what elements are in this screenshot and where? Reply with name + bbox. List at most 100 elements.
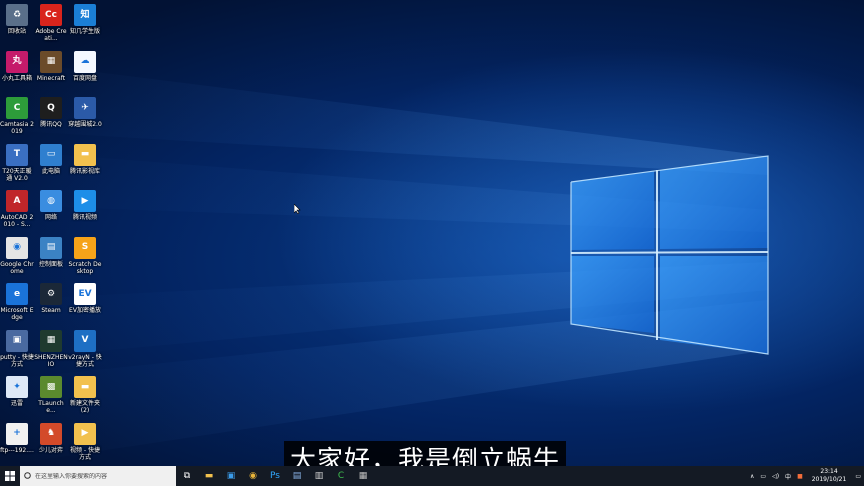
adobe-icon: Cc	[40, 4, 62, 26]
desktop-icon[interactable]: A AutoCAD 2010 - S...	[0, 190, 34, 228]
app-icon-2[interactable]: ▥	[308, 466, 330, 486]
desktop-icon-label: 此电脑	[41, 167, 60, 175]
app-icon[interactable]: ▤	[286, 466, 308, 486]
desktop-icon-label: 腾讯QQ	[40, 121, 62, 128]
task-view-icon[interactable]: ⧉	[176, 466, 198, 486]
network-icon: ◍	[40, 190, 62, 212]
desktop-icon[interactable]: ◉ Google Chrome	[0, 236, 34, 275]
app-icon-3[interactable]: ▦	[352, 466, 374, 486]
ev-player-icon: EV	[74, 283, 96, 305]
chess-game-icon: ♞	[40, 422, 62, 445]
desktop-icon[interactable]: ▬ 新建文件夹 (2)	[68, 376, 102, 414]
search-input[interactable]	[32, 472, 165, 480]
zhiji-icon: 知	[74, 4, 96, 26]
notification-icon[interactable]: ▭	[852, 466, 864, 486]
desktop-icon-label: 腾讯视频	[72, 214, 97, 221]
windows-logo-icon	[5, 471, 15, 481]
desktop-icon[interactable]: ▦ Minecraft	[34, 50, 68, 82]
desktop-icon-label: putty - 快捷方式	[0, 353, 34, 368]
ime-indicator[interactable]: 中	[782, 466, 794, 486]
desktop-icon-label: v2rayN - 快捷方式	[68, 353, 102, 368]
putty-icon: ▣	[6, 329, 28, 352]
photoshop-icon[interactable]: Ps	[264, 466, 286, 486]
clock[interactable]: 23:14 2019/10/21	[806, 468, 853, 484]
windows-wallpaper	[0, 60, 769, 466]
desktop-icon[interactable]: T T20天正暖通 V2.0	[0, 143, 34, 182]
desktop-icon[interactable]: ✈ 穿越围城2.0	[68, 97, 102, 128]
desktop-icon-label: Adobe Creati...	[35, 28, 67, 42]
desktop-icon[interactable]: ▬ 腾讯影视库	[68, 143, 102, 175]
desktop-icon-label: EV加密播放	[69, 307, 101, 314]
t20-icon: T	[6, 143, 28, 166]
folder-icon: ▬	[74, 143, 96, 166]
clock-time: 23:14	[820, 468, 838, 475]
desktop-icon[interactable]: ▭ 此电脑	[34, 143, 68, 175]
desktop-icon-label: Microsoft Edge	[0, 307, 34, 321]
desktop-icon[interactable]: 丸小丸工具箱	[0, 50, 34, 82]
desktop-icon[interactable]: ⚙ Steam	[34, 283, 68, 314]
taskbar-search-box[interactable]	[20, 466, 176, 486]
game-icon: ✈	[74, 97, 96, 119]
desktop-icon-label: T20天正暖通 V2.0	[2, 167, 32, 182]
baidu-netdisk-icon: ☁	[74, 50, 96, 73]
desktop-icon[interactable]: ☁ 百度网盘	[68, 50, 102, 82]
desktop-icon[interactable]: ▦ SHENZHEN IO	[34, 329, 68, 368]
store-icon[interactable]: ▣	[220, 466, 242, 486]
control-panel-icon: ▤	[40, 236, 62, 259]
desktop-icon-label: 迅雷	[10, 400, 23, 407]
desktop-icon[interactable]: e Microsoft Edge	[0, 283, 34, 321]
camtasia-icon[interactable]: C	[330, 466, 352, 486]
desktop-icon[interactable]: ▤ 控制面板	[34, 236, 68, 268]
desktop-icon[interactable]: ▩ TLaunche...	[34, 376, 68, 414]
desktop-icon[interactable]: ▶ 腾讯视频	[68, 190, 102, 221]
ftp-file-icon: +	[6, 422, 28, 445]
desktop-icon[interactable]: ◍ 网络	[34, 190, 68, 221]
folder-icon: ▬	[74, 376, 96, 398]
desktop-icon[interactable]: ▣ putty - 快捷方式	[0, 329, 34, 368]
steam-icon: ⚙	[40, 283, 62, 305]
volume-icon[interactable]: ◁)	[769, 466, 782, 486]
v2rayn-icon: V	[74, 329, 96, 352]
desktop-icon-label: Minecraft	[36, 74, 66, 82]
desktop-icon[interactable]: S Scratch Desktop	[68, 236, 102, 275]
desktop-icon[interactable]: Cc Adobe Creati...	[34, 4, 68, 42]
tlauncher-icon: ▩	[40, 376, 62, 398]
clock-date: 2019/10/21	[811, 476, 847, 483]
desktop-icon[interactable]: Q 腾讯QQ	[34, 97, 68, 128]
camtasia-icon: C	[6, 97, 28, 119]
network-tray-icon[interactable]: ▭	[757, 466, 769, 486]
desktop-icon[interactable]: ♻ 回收站	[0, 4, 34, 35]
video-subtitle: 大家好，我是倒立蜗牛	[284, 441, 567, 466]
file-explorer-icon[interactable]: ▬	[198, 466, 220, 486]
desktop-icon[interactable]: C Camtasia 2019	[0, 97, 34, 135]
desktop-icon[interactable]: 知知几学生版	[68, 4, 102, 35]
taskbar: ⧉▬▣◉Ps▤▥C▦ ∧ ▭ ◁) 中 ■ 23:14 2019/10/21 ▭	[0, 466, 864, 486]
desktop-icon-label: 知几学生版	[69, 28, 100, 35]
desktop-icon-label: 穿越围城2.0	[68, 121, 102, 128]
chrome-icon[interactable]: ◉	[242, 466, 264, 486]
taskbar-pinned-apps: ⧉ ▬ ▣ ◉ Ps ▤ ▥ C ▦	[176, 466, 374, 486]
video-folder-icon: ▶	[74, 422, 96, 445]
desktop[interactable]: ♻ 回收站 Cc Adobe Creati... 知知几学生版丸小丸工具箱 ▦ Minecr…	[0, 0, 864, 466]
desktop-icon[interactable]: ✦ 迅雷	[0, 376, 34, 407]
desktop-icon-label: Camtasia 2019	[0, 121, 34, 135]
system-tray: ∧ ▭ ◁) 中 ■ 23:14 2019/10/21 ▭	[747, 466, 864, 486]
desktop-icon[interactable]: ▶ 视频 - 快捷方式	[68, 422, 102, 461]
desktop-icon-label: 回收站	[7, 28, 26, 35]
desktop-icon[interactable]: EV EV加密播放	[68, 283, 102, 314]
desktop-icon[interactable]: ♞ 少儿对弈	[34, 422, 68, 454]
tray-chevron-icon[interactable]: ∧	[747, 466, 757, 486]
start-button[interactable]	[0, 466, 20, 486]
desktop-icon-label: ftp---192....	[0, 446, 34, 454]
desktop-icon-label: AutoCAD 2010 - S...	[0, 214, 34, 228]
desktop-icon-label: 控制面板	[38, 260, 63, 268]
app-tray-icon[interactable]: ■	[794, 466, 806, 486]
edge-icon: e	[6, 283, 28, 305]
desktop-icon-label: 百度网盘	[72, 74, 97, 82]
desktop-icon[interactable]: + ftp---192....	[0, 422, 34, 454]
recycle-bin-icon: ♻	[6, 4, 28, 26]
desktop-icon-label: 小丸工具箱	[1, 74, 32, 82]
desktop-icon-label: 视频 - 快捷方式	[70, 446, 100, 461]
desktop-icon[interactable]: Vv2rayN - 快捷方式	[68, 329, 102, 368]
search-icon	[24, 472, 31, 479]
